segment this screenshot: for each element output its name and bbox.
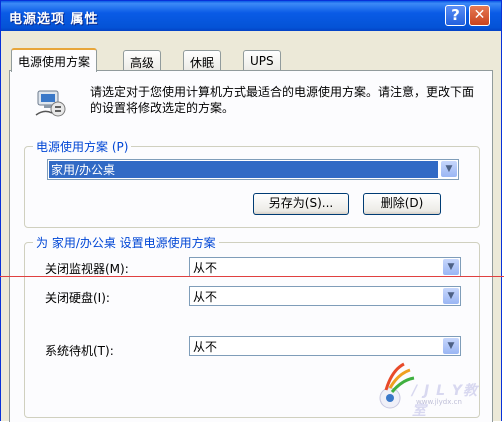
settings-legend: 为 家用/办公桌 设置电源使用方案 <box>33 234 219 251</box>
hard-disk-off-value: 从不 <box>193 290 218 304</box>
help-button[interactable]: ? <box>445 5 466 26</box>
window-title: 电源选项 属性 <box>9 12 99 27</box>
watermark-url: www.jlydx.cn <box>416 398 462 406</box>
annotation-line <box>0 276 504 277</box>
title-bar[interactable]: 电源选项 属性 ? ✕ <box>1 1 501 31</box>
monitor-off-label: 关闭监视器(M): <box>45 262 129 276</box>
tab-ups[interactable]: UPS <box>243 50 281 70</box>
hard-disk-off-label: 关闭硬盘(I): <box>45 291 110 305</box>
chevron-down-icon[interactable]: ▼ <box>443 259 459 275</box>
power-schemes-icon <box>34 85 68 119</box>
chevron-down-icon[interactable]: ▼ <box>443 288 459 304</box>
hard-disk-off-select[interactable]: 从不 ▼ <box>189 286 461 306</box>
standby-select[interactable]: 从不 ▼ <box>189 336 461 356</box>
intro-text: 请选定对于您使用计算机方式最适合的电源使用方案。请注意，更改下面的设置将修改选定… <box>90 85 475 115</box>
tab-power-schemes[interactable]: 电源使用方案 <box>11 48 98 72</box>
power-scheme-legend: 电源使用方案 (P) <box>33 138 132 155</box>
power-scheme-select[interactable]: 家用/办公桌 ▼ <box>47 159 459 180</box>
chevron-down-icon[interactable]: ▼ <box>443 338 459 354</box>
power-scheme-group: 电源使用方案 (P) 家用/办公桌 ▼ 另存为(S)... 删除(D) <box>24 138 480 228</box>
power-scheme-value: 家用/办公桌 <box>49 161 438 178</box>
watermark-logo: / J L Y教室 www.jlydx.cn <box>372 358 492 419</box>
standby-value: 从不 <box>193 340 218 354</box>
tab-hibernate[interactable]: 休眠 <box>183 50 222 70</box>
delete-button[interactable]: 删除(D) <box>363 193 441 215</box>
monitor-off-value: 从不 <box>193 261 218 275</box>
help-icon: ? <box>451 6 460 24</box>
standby-label: 系统待机(T): <box>45 344 114 358</box>
chevron-down-icon[interactable]: ▼ <box>441 161 457 177</box>
close-icon: ✕ <box>473 7 486 23</box>
monitor-off-select[interactable]: 从不 ▼ <box>189 257 461 277</box>
tab-advanced[interactable]: 高级 <box>123 50 162 70</box>
close-button[interactable]: ✕ <box>469 5 490 26</box>
save-as-button[interactable]: 另存为(S)... <box>253 193 349 215</box>
